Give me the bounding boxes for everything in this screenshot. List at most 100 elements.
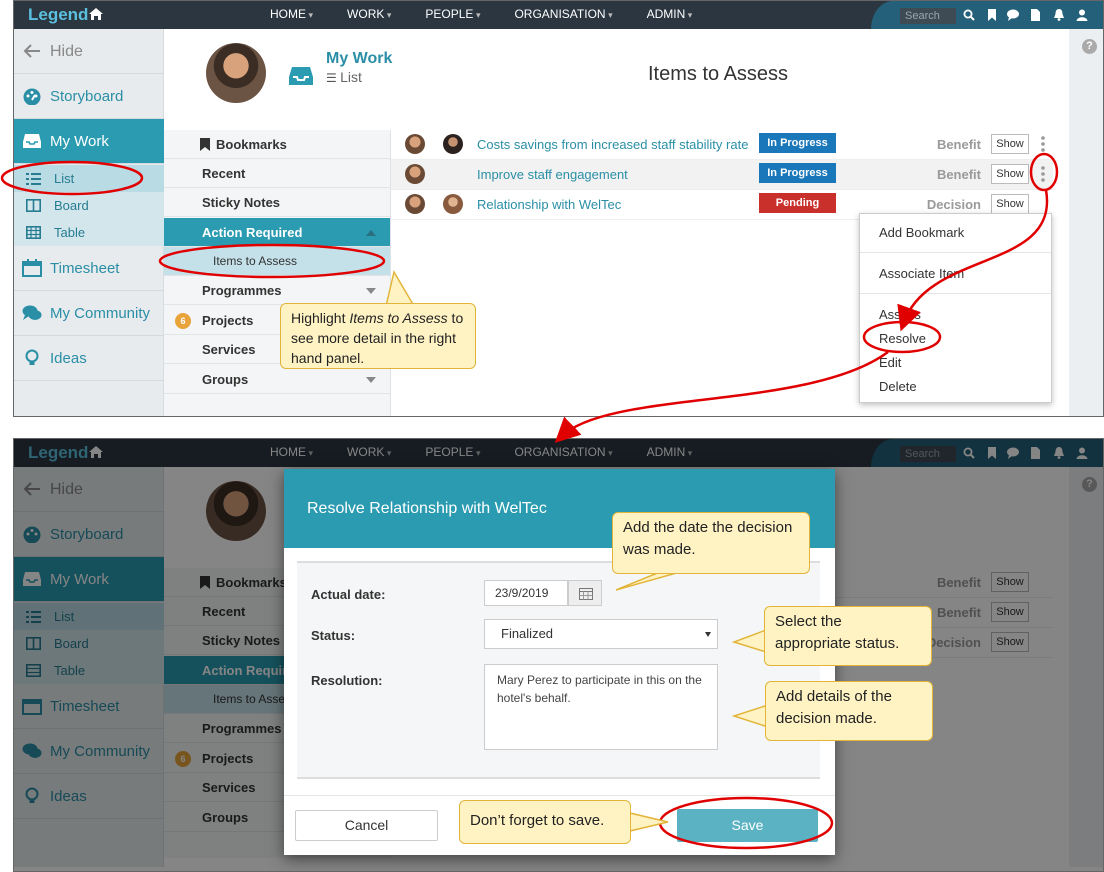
more-options-icon[interactable] [1041,135,1045,153]
search-icon[interactable] [963,9,975,21]
menu-item-associate-item[interactable]: Associate Item [879,266,964,281]
table-row[interactable]: Improve staff engagement In Progress Ben… [391,160,1053,190]
bell-icon[interactable] [1053,9,1065,21]
sidebar-item-my-community[interactable]: My Community [14,291,164,336]
item-type: Benefit [936,167,981,182]
menu-recent[interactable]: Recent [164,159,390,188]
sidebar-sub-label: Table [54,225,86,240]
callout-add-details: Add details of the decision made. [765,681,933,741]
middle-menu: Bookmarks Recent Sticky Notes Action Req… [164,130,391,416]
menu-programmes[interactable]: Programmes [164,276,390,305]
avatar [405,164,425,184]
sidebar-item-label: My Work [50,133,109,150]
sidebar-sub-label: Board [54,198,89,213]
menu-action-required[interactable]: Action Required [164,218,390,247]
date-picker-button[interactable] [568,580,602,606]
cancel-button[interactable]: Cancel [295,810,438,841]
document-icon[interactable] [1029,9,1041,21]
lightbulb-icon [25,349,39,365]
item-type: Benefit [936,137,981,152]
calendar-icon [579,588,593,600]
screenshot-list-view: Legend HOME WORK PEOPLE ORGANISATION ADM… [13,0,1104,417]
menu-people[interactable]: PEOPLE [425,1,480,29]
home-icon[interactable] [88,7,104,21]
more-options-icon[interactable] [1041,165,1045,183]
show-button[interactable]: Show [991,134,1029,154]
item-type: Decision [926,197,981,212]
table-row[interactable]: Costs savings from increased staff stabi… [391,130,1053,160]
menu-organisation[interactable]: ORGANISATION [514,1,612,29]
avatar [405,134,425,154]
chat-icon[interactable] [1007,9,1019,21]
status-badge: In Progress [759,133,836,153]
menu-label: Action Required [202,225,303,240]
callout-emphasis: Items to Assess [349,310,448,326]
callout-highlight-items: Highlight Items to Assess to see more de… [280,303,476,369]
menu-item-edit[interactable]: Edit [879,355,901,370]
bookmark-icon [200,138,210,151]
show-button[interactable]: Show [991,194,1029,214]
sidebar-item-timesheet[interactable]: Timesheet [14,246,164,291]
section-view: List [326,69,362,85]
item-title-link[interactable]: Costs savings from increased staff stabi… [477,137,748,152]
menu-home[interactable]: HOME [270,1,313,29]
brand-logo[interactable]: Legend [28,5,88,25]
search-input[interactable]: Search [900,8,956,24]
actual-date-label: Actual date: [311,587,386,602]
board-icon [26,199,41,212]
menu-label: Programmes [202,283,282,298]
menu-admin[interactable]: ADMIN [647,1,693,29]
actual-date-input[interactable]: 23/9/2019 [484,580,568,606]
page-title: Items to Assess [648,63,789,85]
hide-label: Hide [50,43,83,60]
menu-label: Projects [202,313,254,328]
caret-down-icon [366,288,376,294]
row-options-menu: Add Bookmark Associate Item Assess Resol… [859,213,1052,403]
status-select[interactable]: Finalized [484,619,718,649]
caret-down-icon [705,632,711,637]
help-icon[interactable]: ? [1082,39,1097,54]
sidebar-sub-board[interactable]: Board [14,192,164,219]
menu-work[interactable]: WORK [347,1,391,29]
section-title: My Work [326,50,393,67]
resolution-label: Resolution: [311,673,383,688]
menu-item-resolve[interactable]: Resolve [879,331,926,346]
save-button[interactable]: Save [677,809,818,842]
main-menu: HOME WORK PEOPLE ORGANISATION ADMIN [270,1,726,29]
menu-groups[interactable]: Groups [164,365,390,394]
count-badge: 6 [175,313,191,329]
menu-sticky-notes[interactable]: Sticky Notes [164,188,390,217]
item-title-link[interactable]: Relationship with WelTec [477,197,621,212]
sidebar-sub-list[interactable]: List [14,165,164,192]
user-icon[interactable] [1076,9,1088,21]
menu-item-assess[interactable]: Assess [879,307,921,322]
dialog-title: Resolve Relationship with WelTec [307,500,547,517]
menu-item-delete[interactable]: Delete [879,379,917,394]
inbox-icon [23,134,41,148]
sidebar-sub-table[interactable]: Table [14,219,164,246]
sidebar-item-label: My Community [50,305,151,322]
right-gutter [1069,29,1103,416]
sidebar-item-my-work[interactable]: My Work [14,119,164,164]
avatar [405,194,425,214]
show-button[interactable]: Show [991,164,1029,184]
bookmark-icon[interactable] [986,9,998,21]
callout-add-date: Add the date the decision was made. [612,512,810,574]
resolution-textarea[interactable]: Mary Perez to participate in this on the… [484,664,718,750]
avatar [443,134,463,154]
sidebar-item-ideas[interactable]: Ideas [14,336,164,381]
sidebar-item-storyboard[interactable]: Storyboard [14,74,164,119]
avatar [443,194,463,214]
item-title-link[interactable]: Improve staff engagement [477,167,628,182]
hide-sidebar-button[interactable]: Hide [14,29,164,74]
callout-dont-forget-save: Don’t forget to save. [459,800,631,844]
arrow-left-icon [23,44,40,58]
avatar[interactable] [206,43,266,103]
divider [860,293,1051,294]
menu-bookmarks[interactable]: Bookmarks [164,130,390,159]
menu-items-to-assess[interactable]: Items to Assess [164,247,390,276]
list-icon [26,173,41,185]
menu-item-add-bookmark[interactable]: Add Bookmark [879,225,964,240]
table-icon [26,226,41,239]
sidebar-item-label: Ideas [50,350,87,367]
